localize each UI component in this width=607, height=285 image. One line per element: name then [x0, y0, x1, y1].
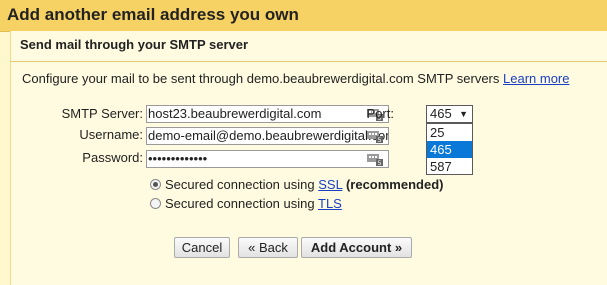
port-option-25[interactable]: 25 — [427, 124, 472, 141]
dialog-title: Add another email address you own — [7, 5, 299, 24]
radio-unselected-icon — [150, 198, 161, 209]
tls-text: Secured connection using — [165, 196, 315, 211]
username-input[interactable]: demo-email@demo.beaubrewerdigital.com — [146, 127, 389, 145]
password-value: ••••••••••••• — [148, 151, 208, 166]
ssl-link[interactable]: SSL — [318, 177, 342, 192]
description-text: Configure your mail to be sent through d… — [22, 71, 500, 86]
radio-selected-icon — [150, 179, 161, 190]
port-option-465[interactable]: 465 — [427, 141, 472, 158]
section-heading: Send mail through your SMTP server — [20, 37, 249, 52]
password-manager-icon[interactable]: 5 — [366, 128, 384, 144]
description-line: Configure your mail to be sent through d… — [22, 71, 570, 86]
ssl-text: Secured connection using — [165, 177, 315, 192]
port-select[interactable]: 465 ▼ — [426, 105, 473, 123]
username-label: Username: — [79, 127, 143, 142]
password-manager-icon[interactable]: 5 — [366, 151, 384, 167]
port-selected-value: 465 — [430, 106, 452, 121]
dropdown-arrow-icon: ▼ — [459, 109, 468, 119]
tls-radio[interactable]: Secured connection using TLS — [150, 196, 342, 211]
port-label: Port: — [366, 106, 394, 121]
port-option-587[interactable]: 587 — [427, 158, 472, 175]
dialog-titlebar: Add another email address you own — [0, 0, 607, 32]
tls-link[interactable]: TLS — [318, 196, 342, 211]
section-header: Send mail through your SMTP server — [11, 31, 607, 62]
ssl-recommended-note: (recommended) — [345, 177, 444, 192]
back-button[interactable]: « Back — [238, 237, 298, 258]
learn-more-link[interactable]: Learn more — [503, 71, 569, 86]
svg-text:5: 5 — [378, 160, 382, 167]
password-label: Password: — [82, 150, 143, 165]
dialog-panel: Send mail through your SMTP server Confi… — [10, 31, 607, 285]
add-account-button[interactable]: Add Account » — [301, 237, 412, 258]
password-input[interactable]: ••••••••••••• — [146, 150, 389, 168]
svg-text:5: 5 — [378, 137, 382, 144]
port-dropdown-list: 25 465 587 — [426, 123, 473, 175]
cancel-button[interactable]: Cancel — [174, 237, 230, 258]
smtp-server-label: SMTP Server: — [61, 106, 143, 121]
username-value: demo-email@demo.beaubrewerdigital.com — [148, 128, 389, 143]
ssl-radio[interactable]: Secured connection using SSL (recommende… — [150, 177, 443, 192]
